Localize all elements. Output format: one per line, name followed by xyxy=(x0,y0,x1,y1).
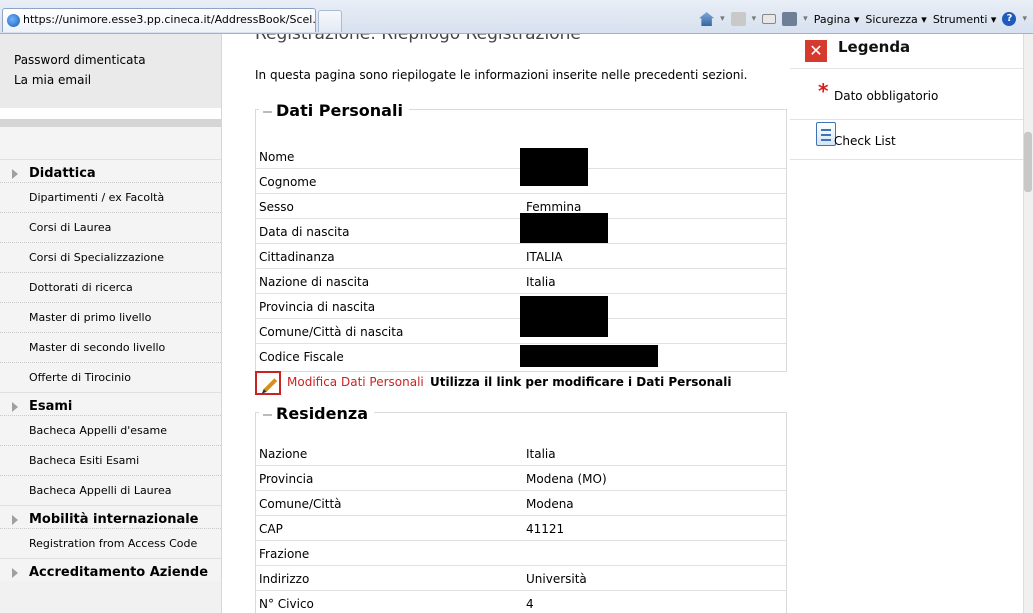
sidebar-item[interactable]: Registration from Access Code xyxy=(0,528,221,558)
new-tab-button[interactable] xyxy=(318,10,342,32)
required-star-icon: * xyxy=(818,79,829,103)
legend-title: Legenda xyxy=(838,38,911,56)
sidebar-item[interactable]: Master di secondo livello xyxy=(0,332,221,362)
modify-hint-text: Utilizza il link per modificare i Dati P… xyxy=(430,375,732,389)
ie-logo-icon xyxy=(7,14,20,27)
pagina-menu[interactable]: Pagina ▾ xyxy=(814,13,860,26)
edit-button[interactable] xyxy=(255,371,281,395)
sidebar-item[interactable]: Corsi di Specializzazione xyxy=(0,242,221,272)
print-icon[interactable] xyxy=(782,12,798,26)
sidebar-section-accreditamento[interactable]: Accreditamento Aziende xyxy=(0,558,221,581)
redaction-box xyxy=(520,296,608,337)
legend-required-row: * Dato obbligatorio xyxy=(790,69,1033,120)
personal-data-legend: Dati Personali xyxy=(259,101,409,120)
table-row: Nazione Italia xyxy=(256,441,786,466)
table-row: Provincia Modena (MO) xyxy=(256,466,786,491)
intro-text: In questa pagina sono riepilogate le inf… xyxy=(255,68,748,82)
sidebar-section-didattica[interactable]: Didattica xyxy=(0,159,221,182)
modify-personal-data-link[interactable]: Modifica Dati Personali xyxy=(287,375,424,389)
pencil-icon xyxy=(263,378,278,392)
required-label: Dato obbligatorio xyxy=(834,89,939,103)
strumenti-menu[interactable]: Strumenti ▾ xyxy=(933,13,997,26)
redaction-box xyxy=(520,213,608,243)
sidebar-item[interactable]: Bacheca Appelli di Laurea xyxy=(0,475,221,505)
expand-arrow-icon xyxy=(12,402,18,412)
expand-arrow-icon xyxy=(12,515,18,525)
sidebar-item[interactable]: Offerte di Tirocinio xyxy=(0,362,221,392)
browser-tab[interactable]: https://unimore.esse3.pp.cineca.it/Addre… xyxy=(2,8,316,32)
browser-tab-url: https://unimore.esse3.pp.cineca.it/Addre… xyxy=(23,13,316,26)
table-row: Frazione xyxy=(256,541,786,566)
sidebar-item[interactable]: Bacheca Esiti Esami xyxy=(0,445,221,475)
mail-icon[interactable] xyxy=(762,14,777,24)
legend-panel: ✕ Legenda * Dato obbligatorio Check List xyxy=(790,34,1033,613)
my-email-link[interactable]: La mia email xyxy=(0,73,221,93)
residence-fieldset: Residenza Nazione Italia Provincia Modena … xyxy=(255,404,787,613)
sidebar: Password dimenticata La mia email Didatt… xyxy=(0,34,222,613)
password-forgot-link[interactable]: Password dimenticata xyxy=(0,53,221,73)
sidebar-item[interactable]: Bacheca Appelli d'esame xyxy=(0,415,221,445)
sidebar-account-links: Password dimenticata La mia email xyxy=(0,34,221,108)
redaction-box xyxy=(520,148,588,186)
sidebar-item[interactable]: Dipartimenti / ex Facoltà xyxy=(0,182,221,212)
close-icon: ✕ xyxy=(805,40,827,62)
expand-arrow-icon xyxy=(12,169,18,179)
checklist-icon xyxy=(816,122,836,146)
feed-icon[interactable] xyxy=(730,12,746,26)
scrollbar-thumb[interactable] xyxy=(1024,132,1032,192)
sicurezza-menu[interactable]: Sicurezza ▾ xyxy=(865,13,926,26)
table-row: Indirizzo Università xyxy=(256,566,786,591)
table-row: N° Civico 4 xyxy=(259,597,534,611)
legend-header: ✕ Legenda xyxy=(790,34,1033,69)
sidebar-item[interactable]: Dottorati di ricerca xyxy=(0,272,221,302)
redaction-box xyxy=(520,345,658,367)
table-row: CAP 41121 xyxy=(256,516,786,541)
table-row: Cittadinanza ITALIA xyxy=(256,244,786,269)
browser-toolbar: https://unimore.esse3.pp.cineca.it/Addre… xyxy=(0,0,1033,34)
table-row: Comune/Città Modena xyxy=(256,491,786,516)
main-content: Registrazione: Riepilogo Registrazione I… xyxy=(222,34,790,613)
sidebar-item[interactable]: Master di primo livello xyxy=(0,302,221,332)
table-row: Nazione di nascita Italia xyxy=(256,269,786,294)
sidebar-section-mobilita[interactable]: Mobilità internazionale xyxy=(0,505,221,528)
page-title: Registrazione: Riepilogo Registrazione xyxy=(255,34,581,44)
expand-arrow-icon xyxy=(12,568,18,578)
sidebar-divider xyxy=(0,119,221,127)
home-icon[interactable] xyxy=(699,12,715,26)
checklist-row[interactable]: Check List xyxy=(790,120,1033,160)
sidebar-item[interactable]: Corsi di Laurea xyxy=(0,212,221,242)
command-bar: ▾ ▾ ▾ Pagina ▾ Sicurezza ▾ Strumenti ▾ ?… xyxy=(699,12,1027,26)
residence-legend: Residenza xyxy=(259,404,374,423)
help-icon[interactable]: ? xyxy=(1002,12,1017,26)
page-scrollbar[interactable] xyxy=(1023,34,1033,613)
personal-data-fieldset: Dati Personali Nome Cognome Sesso Femmina… xyxy=(255,101,787,372)
checklist-label[interactable]: Check List xyxy=(834,134,896,148)
sidebar-section-esami[interactable]: Esami xyxy=(0,392,221,415)
